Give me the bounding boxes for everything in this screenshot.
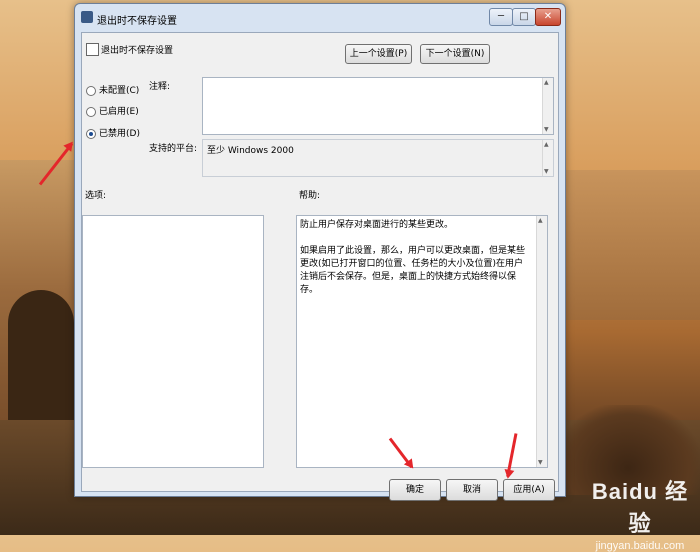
watermark-logo-text: Baidu 经验 [591, 479, 689, 536]
close-button[interactable]: ✕ [535, 8, 561, 26]
radio-label: 未配置(C) [99, 86, 140, 96]
scroll-down-icon[interactable]: ▼ [538, 459, 543, 466]
comment-textarea[interactable]: ▲ ▼ [202, 77, 554, 135]
setting-icon [86, 43, 99, 56]
minimize-button[interactable]: ─ [489, 8, 513, 26]
radio-disabled[interactable]: 已禁用(D) [86, 126, 140, 139]
cancel-button[interactable]: 取消 [446, 479, 498, 501]
help-label: 帮助: [299, 191, 321, 201]
comment-label: 注释: [149, 82, 171, 92]
maximize-button[interactable]: □ [512, 8, 536, 26]
next-setting-button[interactable]: 下一个设置(N) [420, 44, 490, 64]
ok-button[interactable]: 确定 [389, 479, 441, 501]
window-title: 退出时不保存设置 [97, 16, 177, 27]
radio-not-configured[interactable]: 未配置(C) [86, 83, 139, 96]
apply-button[interactable]: 应用(A) [503, 479, 555, 501]
help-panel: 防止用户保存对桌面进行的某些更改。 如果启用了此设置，那么，用户可以更改桌面，但… [296, 215, 548, 468]
options-label: 选项: [85, 191, 107, 201]
background-bridge-arch [8, 290, 74, 430]
radio-enabled[interactable]: 已启用(E) [86, 104, 139, 117]
radio-label: 已启用(E) [99, 107, 139, 117]
radio-label: 已禁用(D) [99, 129, 140, 139]
platform-scrollbar[interactable]: ▲ ▼ [542, 140, 553, 176]
dialog-client-area: 退出时不保存设置 上一个设置(P) 下一个设置(N) 未配置(C) 已启用(E)… [81, 32, 559, 501]
comment-scrollbar[interactable]: ▲ ▼ [542, 78, 553, 134]
scroll-up-icon[interactable]: ▲ [544, 141, 549, 148]
scroll-down-icon[interactable]: ▼ [544, 168, 549, 175]
help-paragraph: 如果启用了此设置，那么，用户可以更改桌面，但是某些更改(如已打开窗口的位置、任务… [300, 246, 526, 295]
radio-icon[interactable] [86, 85, 96, 96]
scroll-up-icon[interactable]: ▲ [538, 217, 543, 224]
previous-setting-button[interactable]: 上一个设置(P) [345, 44, 412, 64]
radio-icon[interactable] [86, 106, 96, 117]
policy-settings-icon [81, 11, 93, 23]
policy-dialog-window: 退出时不保存设置 ─ □ ✕ 退出时不保存设置 上一个设置(P) 下一个设置(N… [74, 3, 566, 501]
radio-icon-selected[interactable] [86, 128, 96, 139]
baidu-watermark: Baidu 经验 jingyan.baidu.com [585, 474, 695, 552]
background-bridge-right [556, 170, 700, 320]
help-text: 防止用户保存对桌面进行的某些更改。 如果启用了此设置，那么，用户可以更改桌面，但… [300, 219, 532, 310]
scroll-up-icon[interactable]: ▲ [544, 79, 549, 86]
platform-value: 至少 Windows 2000 [207, 146, 294, 156]
watermark-url: jingyan.baidu.com [595, 540, 685, 552]
setting-title: 退出时不保存设置 [101, 46, 174, 56]
help-paragraph: 防止用户保存对桌面进行的某些更改。 [300, 220, 454, 230]
scroll-down-icon[interactable]: ▼ [544, 126, 549, 133]
options-panel [82, 215, 264, 468]
platform-field: 至少 Windows 2000 ▲ ▼ [202, 139, 554, 177]
platform-label: 支持的平台: [149, 144, 198, 154]
help-scrollbar[interactable]: ▲ ▼ [536, 216, 547, 467]
title-bar[interactable]: 退出时不保存设置 ─ □ ✕ [75, 4, 565, 32]
